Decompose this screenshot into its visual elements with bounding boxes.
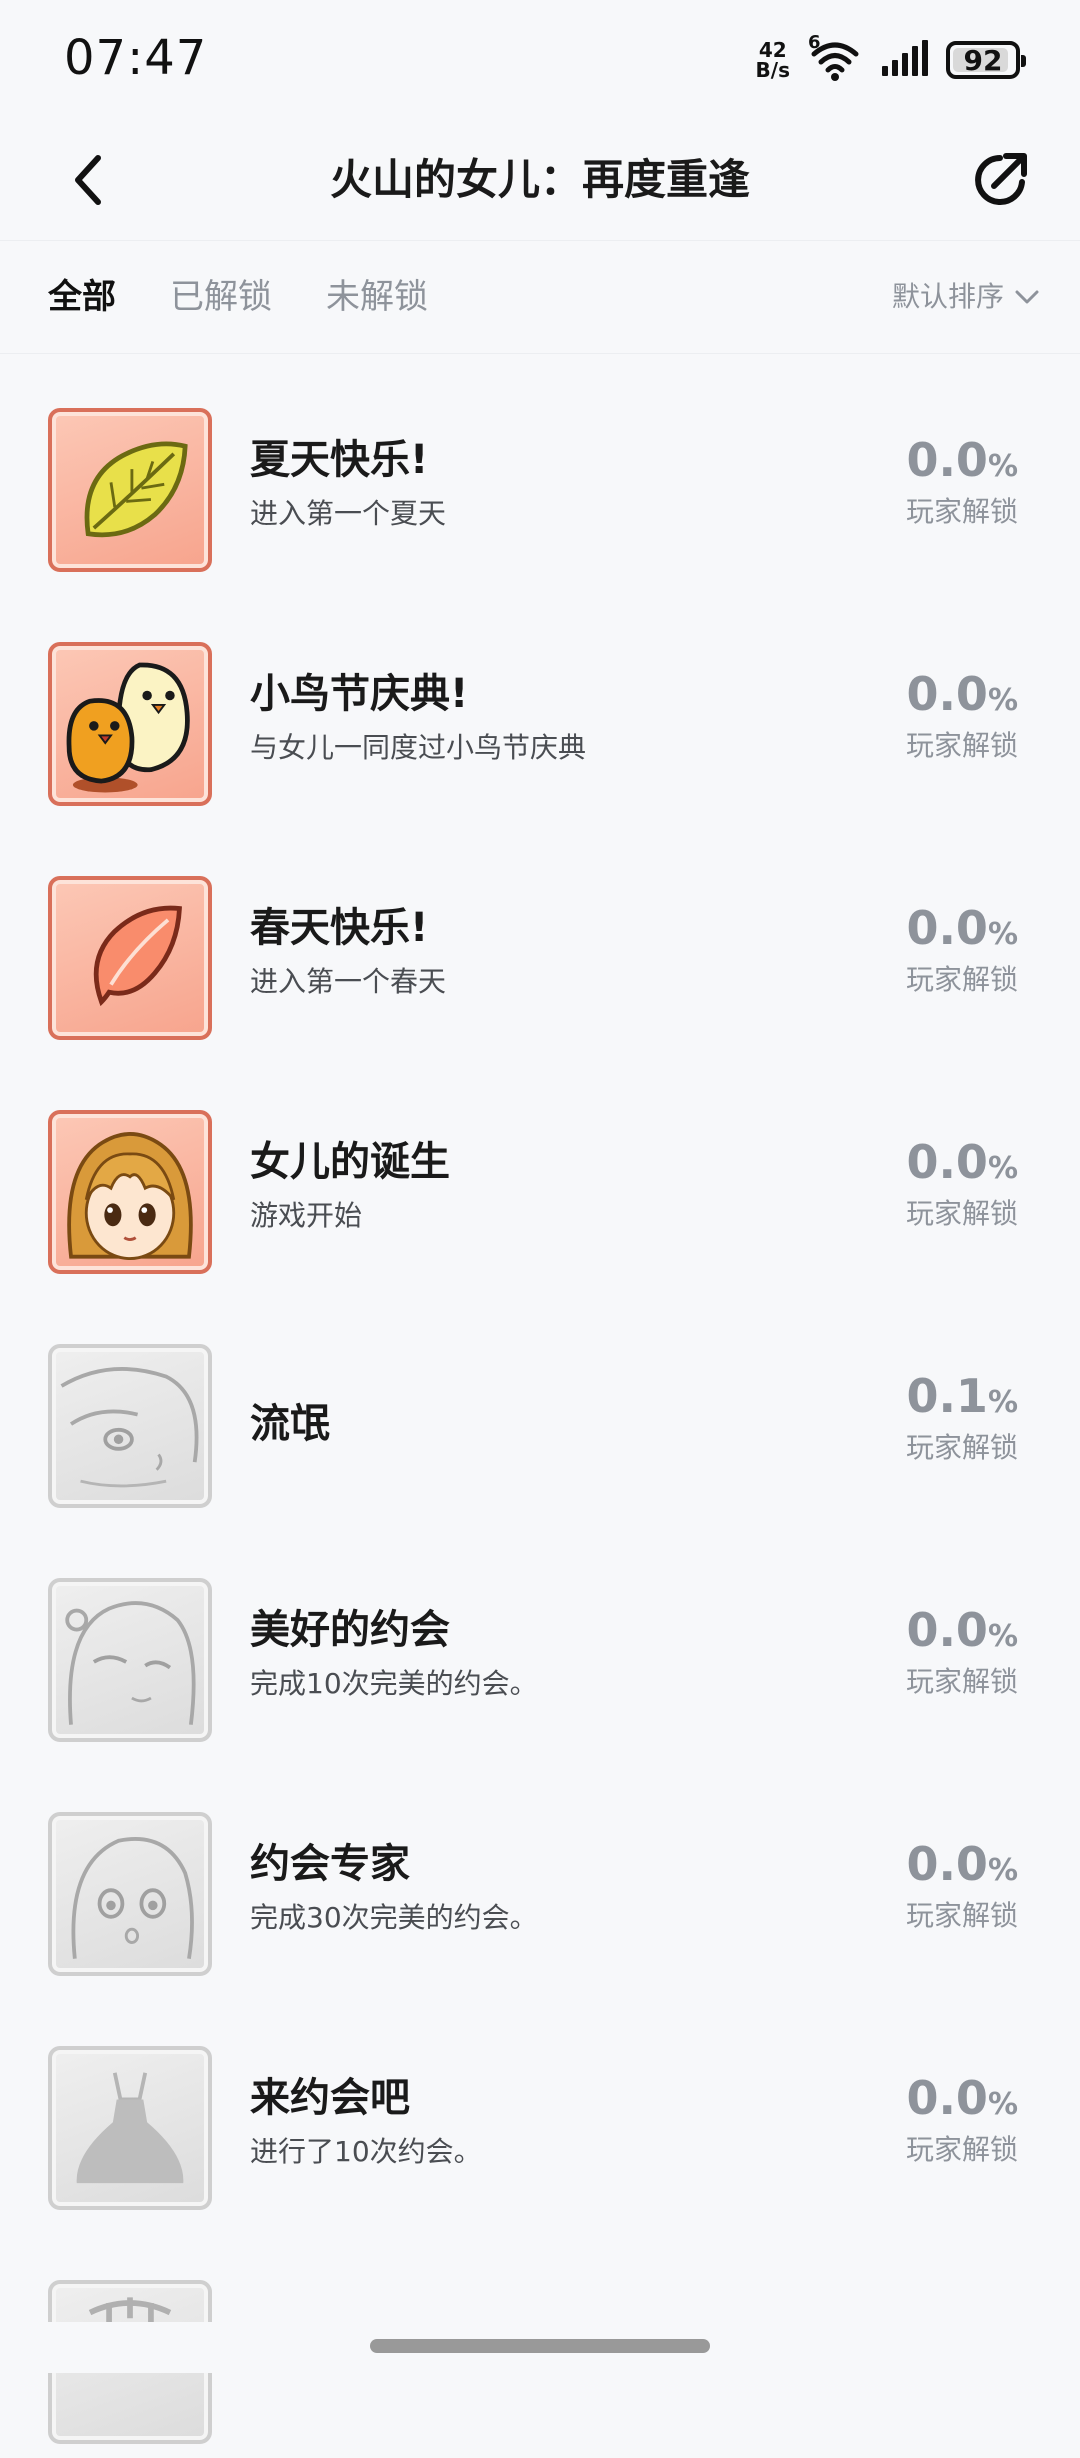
unlock-rate-value: 0.0 bbox=[906, 667, 988, 721]
unlock-rate-label: 玩家解锁 bbox=[905, 1197, 1018, 1230]
achievement-desc: 游戏开始 bbox=[250, 1199, 363, 1232]
tab-locked[interactable]: 未解锁 bbox=[326, 271, 428, 323]
list-item[interactable]: 女儿的诞生 游戏开始 0.0% 玩家解锁 bbox=[0, 1054, 1080, 1288]
petal-icon bbox=[48, 876, 212, 1040]
page-title: 火山的女儿：再度重逢 bbox=[329, 155, 750, 204]
list-item[interactable]: 美好的约会 完成10次完美的约会。 0.0% 玩家解锁 bbox=[0, 1522, 1080, 1756]
unlock-rate: 0.1% bbox=[906, 1370, 1018, 1429]
unlock-rate-value: 0.0 bbox=[906, 901, 988, 955]
achievement-title: 美好的约会 bbox=[250, 1607, 450, 1653]
battery-icon: 92 bbox=[946, 41, 1026, 79]
girl-surprised-icon bbox=[48, 1812, 212, 1976]
achievement-desc: 与女儿一同度过小鸟节庆典 bbox=[250, 731, 587, 764]
leaf-icon bbox=[48, 408, 212, 572]
unlock-rate: 0.0% bbox=[906, 434, 1018, 493]
unlock-rate-label: 玩家解锁 bbox=[905, 1665, 1018, 1698]
network-speed-unit: B/s bbox=[755, 58, 790, 82]
chicks-icon bbox=[48, 642, 212, 806]
unlock-rate-value: 0.0 bbox=[906, 2071, 988, 2125]
tab-unlocked[interactable]: 已解锁 bbox=[170, 271, 272, 323]
list-item[interactable]: 小鸟节庆典! 与女儿一同度过小鸟节庆典 0.0% 玩家解锁 bbox=[0, 586, 1080, 820]
girl-wink-icon bbox=[48, 1578, 212, 1742]
achievement-title: 来约会吧 bbox=[250, 2075, 410, 2121]
unlock-rate-value: 0.0 bbox=[906, 1837, 988, 1891]
signal-icon bbox=[880, 40, 928, 80]
filter-tabs: 全部 已解锁 未解锁 默认排序 bbox=[0, 240, 1080, 354]
tab-all[interactable]: 全部 bbox=[48, 271, 116, 323]
list-item[interactable]: 流氓 0.1% 玩家解锁 bbox=[0, 1288, 1080, 1522]
chevron-down-icon bbox=[1015, 290, 1039, 304]
achievement-title: 约会专家 bbox=[250, 1841, 410, 1887]
achievement-desc: 完成10次完美的约会。 bbox=[250, 1667, 538, 1700]
unlock-rate-label: 玩家解锁 bbox=[905, 2133, 1018, 2166]
achievement-title: 小鸟节庆典! bbox=[250, 671, 469, 717]
achievement-desc: 完成30次完美的约会。 bbox=[250, 1901, 538, 1934]
unlock-rate-label: 玩家解锁 bbox=[905, 1431, 1018, 1464]
network-speed-value: 42 bbox=[758, 38, 787, 62]
unlock-rate-unit: % bbox=[987, 1151, 1018, 1186]
unlock-rate-label: 玩家解锁 bbox=[905, 1899, 1018, 1932]
unlock-rate-label: 玩家解锁 bbox=[905, 729, 1018, 762]
unlock-rate-label: 玩家解锁 bbox=[905, 495, 1018, 528]
achievement-desc: 进行了10次约会。 bbox=[250, 2135, 482, 2168]
unlock-rate-value: 0.0 bbox=[906, 1135, 988, 1189]
list-item[interactable]: 约会专家 完成30次完美的约会。 0.0% 玩家解锁 bbox=[0, 1756, 1080, 1990]
achievement-title: 夏天快乐! bbox=[250, 437, 429, 483]
unlock-rate: 0.0% bbox=[906, 902, 1018, 961]
share-button[interactable] bbox=[960, 140, 1040, 220]
unlock-rate-unit: % bbox=[987, 2087, 1018, 2122]
wifi-label: 6 bbox=[808, 32, 821, 53]
girl-portrait-icon bbox=[48, 1110, 212, 1274]
unlock-rate: 0.0% bbox=[906, 1838, 1018, 1897]
wifi-icon: 6 bbox=[808, 32, 862, 82]
unlock-rate: 0.0% bbox=[906, 1604, 1018, 1663]
network-speed: 42 B/s bbox=[756, 40, 790, 80]
list-item[interactable]: 春天快乐! 进入第一个春天 0.0% 玩家解锁 bbox=[0, 820, 1080, 1054]
status-icons: 42 B/s 6 92 bbox=[756, 32, 1026, 86]
sort-label: 默认排序 bbox=[891, 280, 1004, 313]
top-app-bar: 火山的女儿：再度重逢 bbox=[0, 120, 1080, 240]
achievement-title: 女儿的诞生 bbox=[250, 1139, 450, 1185]
girl-face-icon bbox=[48, 1344, 212, 1508]
achievement-desc: 进入第一个春天 bbox=[250, 965, 447, 998]
unlock-rate-label: 玩家解锁 bbox=[905, 963, 1018, 996]
achievement-desc: 进入第一个夏天 bbox=[250, 497, 447, 530]
home-indicator[interactable] bbox=[370, 2339, 710, 2353]
achievement-title: 春天快乐! bbox=[250, 905, 429, 951]
unlock-rate-value: 0.0 bbox=[906, 1603, 988, 1657]
unlock-rate-unit: % bbox=[987, 917, 1018, 952]
unlock-rate-unit: % bbox=[987, 1619, 1018, 1654]
unlock-rate-unit: % bbox=[987, 1853, 1018, 1888]
clock: 07:47 bbox=[64, 30, 208, 86]
unlock-rate-value: 0.1 bbox=[906, 1369, 988, 1423]
sort-dropdown[interactable]: 默认排序 bbox=[892, 271, 1040, 323]
list-item[interactable]: 夏天快乐! 进入第一个夏天 0.0% 玩家解锁 bbox=[0, 352, 1080, 586]
unlock-rate: 0.0% bbox=[906, 1136, 1018, 1195]
unlock-rate-unit: % bbox=[987, 1385, 1018, 1420]
unlock-rate-unit: % bbox=[987, 683, 1018, 718]
unlock-rate: 0.0% bbox=[906, 2072, 1018, 2131]
unlock-rate: 0.0% bbox=[906, 668, 1018, 727]
dress-icon bbox=[48, 2046, 212, 2210]
unlock-rate-value: 0.0 bbox=[906, 433, 988, 487]
battery-level: 92 bbox=[963, 43, 1003, 77]
list-item[interactable]: 来约会吧 进行了10次约会。 0.0% 玩家解锁 bbox=[0, 1990, 1080, 2224]
unlock-rate-unit: % bbox=[987, 449, 1018, 484]
achievement-title: 流氓 bbox=[250, 1401, 330, 1447]
share-icon bbox=[975, 153, 1027, 205]
status-bar: 07:47 42 B/s 6 92 bbox=[0, 0, 1080, 120]
